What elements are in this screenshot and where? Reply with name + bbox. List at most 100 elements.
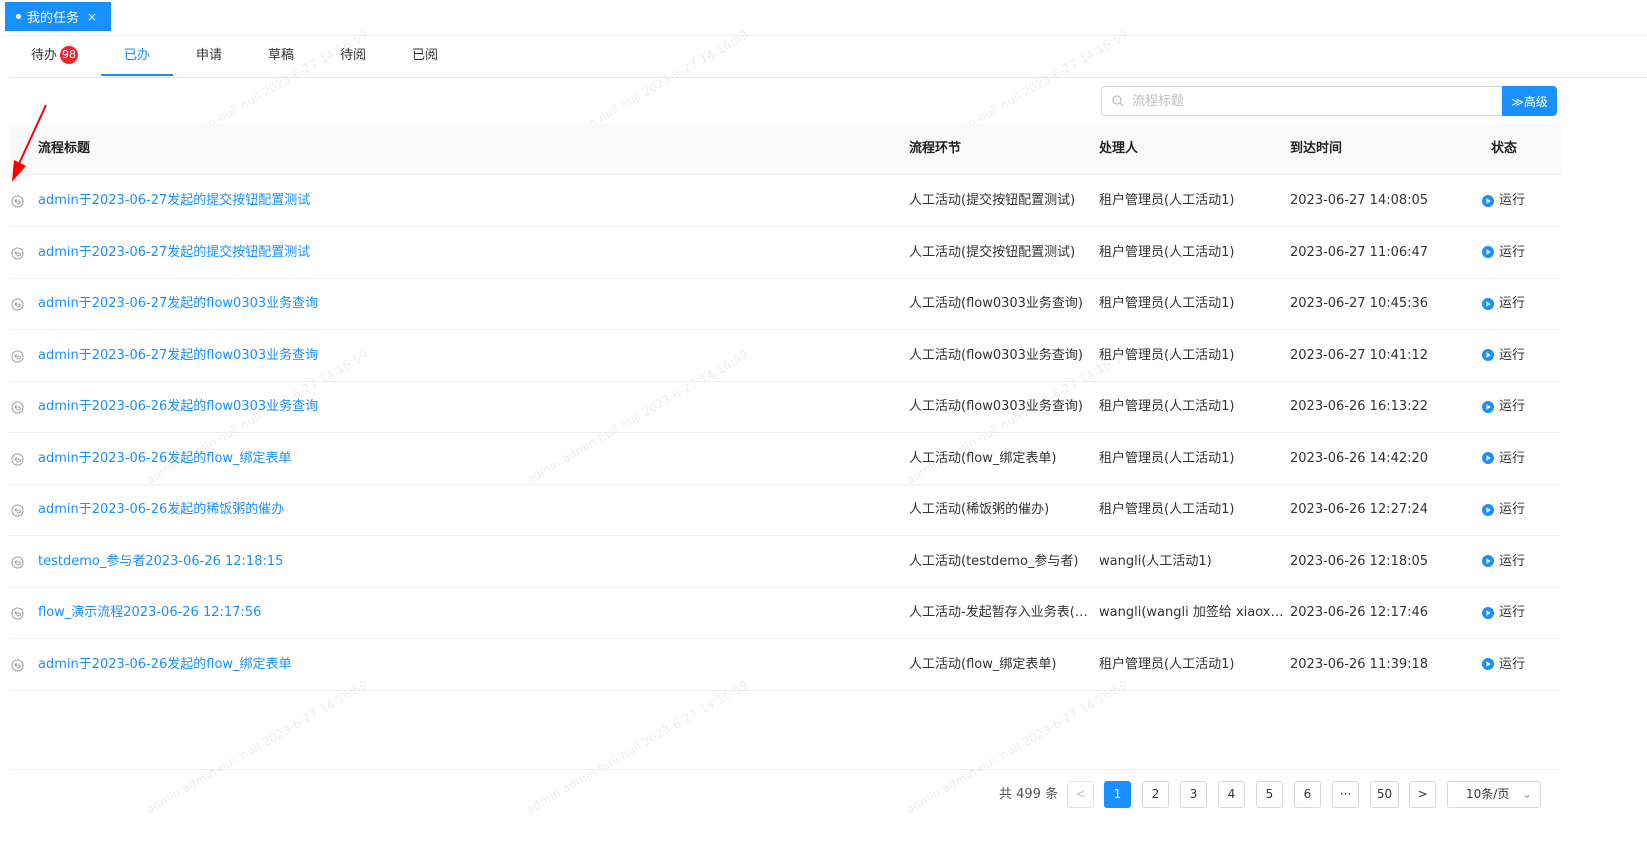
process-title-link[interactable]: admin于2023-06-26发起的稀饭粥的催办 — [38, 484, 888, 535]
process-step: 人工活动(flow0303业务查询) — [909, 347, 1084, 363]
advanced-search-button[interactable]: ≫高级 — [1502, 86, 1557, 116]
revoke-icon[interactable] — [11, 658, 24, 672]
page-button-50[interactable]: 50 — [1370, 781, 1399, 808]
page-size-value: 10条/页 — [1466, 787, 1510, 801]
status-badge: 运行 — [1482, 330, 1552, 381]
arrival-time: 2023-06-27 11:06:47 — [1290, 244, 1429, 260]
process-step: 人工活动(testdemo_参与者) — [909, 553, 1079, 569]
table-row[interactable]: admin于2023-06-26发起的flow_绑定表单 人工活动(flow_绑定… — [9, 639, 1561, 691]
status-label: 运行 — [1499, 450, 1526, 466]
status-label: 运行 — [1499, 656, 1526, 672]
page-button-2[interactable]: 2 — [1142, 781, 1169, 808]
revoke-icon[interactable] — [11, 246, 24, 260]
status-badge: 运行 — [1482, 536, 1552, 587]
handler: 租户管理员(人工活动1) — [1099, 296, 1235, 311]
handler: 租户管理员(人工活动1) — [1099, 450, 1235, 466]
running-icon — [1482, 246, 1494, 258]
handler: 租户管理员(人工活动1) — [1099, 244, 1235, 260]
process-step: 人工活动(稀饭粥的催办) — [909, 502, 1050, 517]
status-label: 运行 — [1499, 605, 1526, 620]
arrival-time: 2023-06-26 11:39:18 — [1290, 656, 1429, 672]
page-ellipsis-button[interactable]: ··· — [1332, 781, 1359, 808]
status-badge: 运行 — [1482, 587, 1552, 638]
page-button-4[interactable]: 4 — [1218, 781, 1245, 808]
running-icon — [1482, 606, 1494, 619]
process-title-link[interactable]: testdemo_参与者2023-06-26 12:18:15 — [38, 536, 888, 587]
revoke-icon[interactable] — [11, 298, 24, 311]
table-row[interactable]: testdemo_参与者2023-06-26 12:18:15 人工活动(test… — [9, 536, 1561, 588]
table-row[interactable]: admin于2023-06-26发起的flow0303业务查询 人工活动(flow… — [9, 381, 1561, 433]
handler: 租户管理员(人工活动1) — [1099, 399, 1235, 414]
table-row[interactable]: admin于2023-06-27发起的提交按钮配置测试 人工活动(提交按钮配置测试… — [9, 227, 1561, 279]
column-header-handler: 处理人 — [1099, 141, 1139, 156]
task-tabs: 待办 98 已办 申请 草稿 待阅 已阅 — [9, 36, 1647, 78]
tab-to-read[interactable]: 待阅 — [317, 36, 389, 76]
revoke-icon[interactable] — [11, 349, 24, 363]
arrival-time: 2023-06-26 16:13:22 — [1290, 399, 1429, 414]
process-title-link[interactable]: admin于2023-06-26发起的flow0303业务查询 — [38, 381, 888, 432]
tab-apply[interactable]: 申请 — [173, 36, 245, 76]
revoke-icon[interactable] — [11, 555, 24, 569]
process-title-link[interactable]: admin于2023-06-26发起的flow_绑定表单 — [38, 433, 888, 484]
search-input[interactable] — [1130, 92, 1474, 110]
arrival-time: 2023-06-26 12:27:24 — [1290, 502, 1429, 517]
table-row[interactable]: flow_演示流程2023-06-26 12:17:56 人工活动-发起暂存入业务… — [9, 587, 1561, 639]
watermark-text: admin admin null null 2023-6-27 14:16:59 — [143, 677, 371, 817]
process-step: 人工活动(flow0303业务查询) — [909, 399, 1084, 414]
process-title-link[interactable]: admin于2023-06-26发起的flow_绑定表单 — [38, 639, 888, 690]
watermark-text: admin admin null null 2023-6-27 14:16:59 — [523, 677, 751, 817]
arrival-time: 2023-06-26 12:18:05 — [1290, 553, 1429, 569]
table-row[interactable]: admin于2023-06-26发起的稀饭粥的催办 人工活动(稀饭粥的催办) 租户管… — [9, 484, 1561, 536]
revoke-icon[interactable] — [11, 452, 24, 466]
status-label: 运行 — [1499, 296, 1526, 311]
revoke-icon[interactable] — [11, 607, 24, 620]
next-page-button[interactable]: > — [1409, 781, 1436, 808]
process-title-link[interactable]: admin于2023-06-27发起的flow0303业务查询 — [38, 330, 888, 381]
page-size-select[interactable]: 10条/页 ⌄ — [1447, 781, 1541, 808]
handler: wangli(wangli 加签给 xiaoxiao) — [1099, 605, 1287, 620]
arrival-time: 2023-06-26 12:17:46 — [1290, 605, 1429, 620]
status-label: 运行 — [1499, 347, 1526, 363]
footer-divider — [9, 769, 1561, 770]
process-title-link[interactable]: admin于2023-06-27发起的flow0303业务查询 — [38, 278, 888, 329]
table-header: 流程标题 流程环节 处理人 到达时间 状态 — [9, 124, 1561, 175]
revoke-icon[interactable] — [11, 401, 24, 414]
process-step: 人工活动-发起暂存入业务表(fl… — [909, 605, 1094, 620]
page-button-6[interactable]: 6 — [1294, 781, 1321, 808]
table-row[interactable]: admin于2023-06-27发起的提交按钮配置测试 人工活动(提交按钮配置测试… — [9, 175, 1561, 227]
status-label: 运行 — [1499, 399, 1526, 414]
total-count: 共 499 条 — [999, 787, 1059, 802]
process-title-link[interactable]: admin于2023-06-27发起的提交按钮配置测试 — [38, 227, 888, 278]
process-step: 人工活动(flow_绑定表单) — [909, 450, 1057, 466]
handler: wangli(人工活动1) — [1099, 553, 1212, 569]
running-icon — [1482, 452, 1494, 464]
process-step: 人工活动(提交按钮配置测试) — [909, 193, 1076, 208]
table-row[interactable]: admin于2023-06-27发起的flow0303业务查询 人工活动(flow… — [9, 278, 1561, 330]
revoke-icon[interactable] — [11, 504, 24, 517]
annotation-arrow-icon — [12, 104, 47, 182]
status-badge: 运行 — [1482, 278, 1552, 329]
table-row[interactable]: admin于2023-06-27发起的flow0303业务查询 人工活动(flow… — [9, 330, 1561, 382]
status-badge: 运行 — [1482, 227, 1552, 278]
prev-page-button[interactable]: < — [1067, 781, 1094, 808]
table-row[interactable]: admin于2023-06-26发起的flow_绑定表单 人工活动(flow_绑定… — [9, 433, 1561, 485]
process-title-link[interactable]: flow_演示流程2023-06-26 12:17:56 — [38, 587, 888, 638]
status-label: 运行 — [1499, 502, 1526, 517]
tab-done[interactable]: 已办 — [101, 36, 173, 76]
arrival-time: 2023-06-27 10:45:36 — [1290, 296, 1429, 311]
column-header-step: 流程环节 — [909, 141, 962, 156]
tab-draft[interactable]: 草稿 — [245, 36, 317, 76]
page-button-3[interactable]: 3 — [1180, 781, 1207, 808]
running-icon — [1482, 658, 1494, 670]
tab-read[interactable]: 已阅 — [389, 36, 461, 76]
status-label: 运行 — [1499, 244, 1526, 260]
process-step: 人工活动(flow_绑定表单) — [909, 656, 1057, 672]
status-badge: 运行 — [1482, 175, 1552, 226]
process-title-link[interactable]: admin于2023-06-27发起的提交按钮配置测试 — [38, 175, 888, 226]
page-button-5[interactable]: 5 — [1256, 781, 1283, 808]
handler: 租户管理员(人工活动1) — [1099, 347, 1235, 363]
page-button-1[interactable]: 1 — [1104, 781, 1131, 808]
handler: 租户管理员(人工活动1) — [1099, 502, 1235, 517]
close-icon[interactable]: × — [87, 10, 97, 24]
search-box — [1101, 86, 1502, 116]
